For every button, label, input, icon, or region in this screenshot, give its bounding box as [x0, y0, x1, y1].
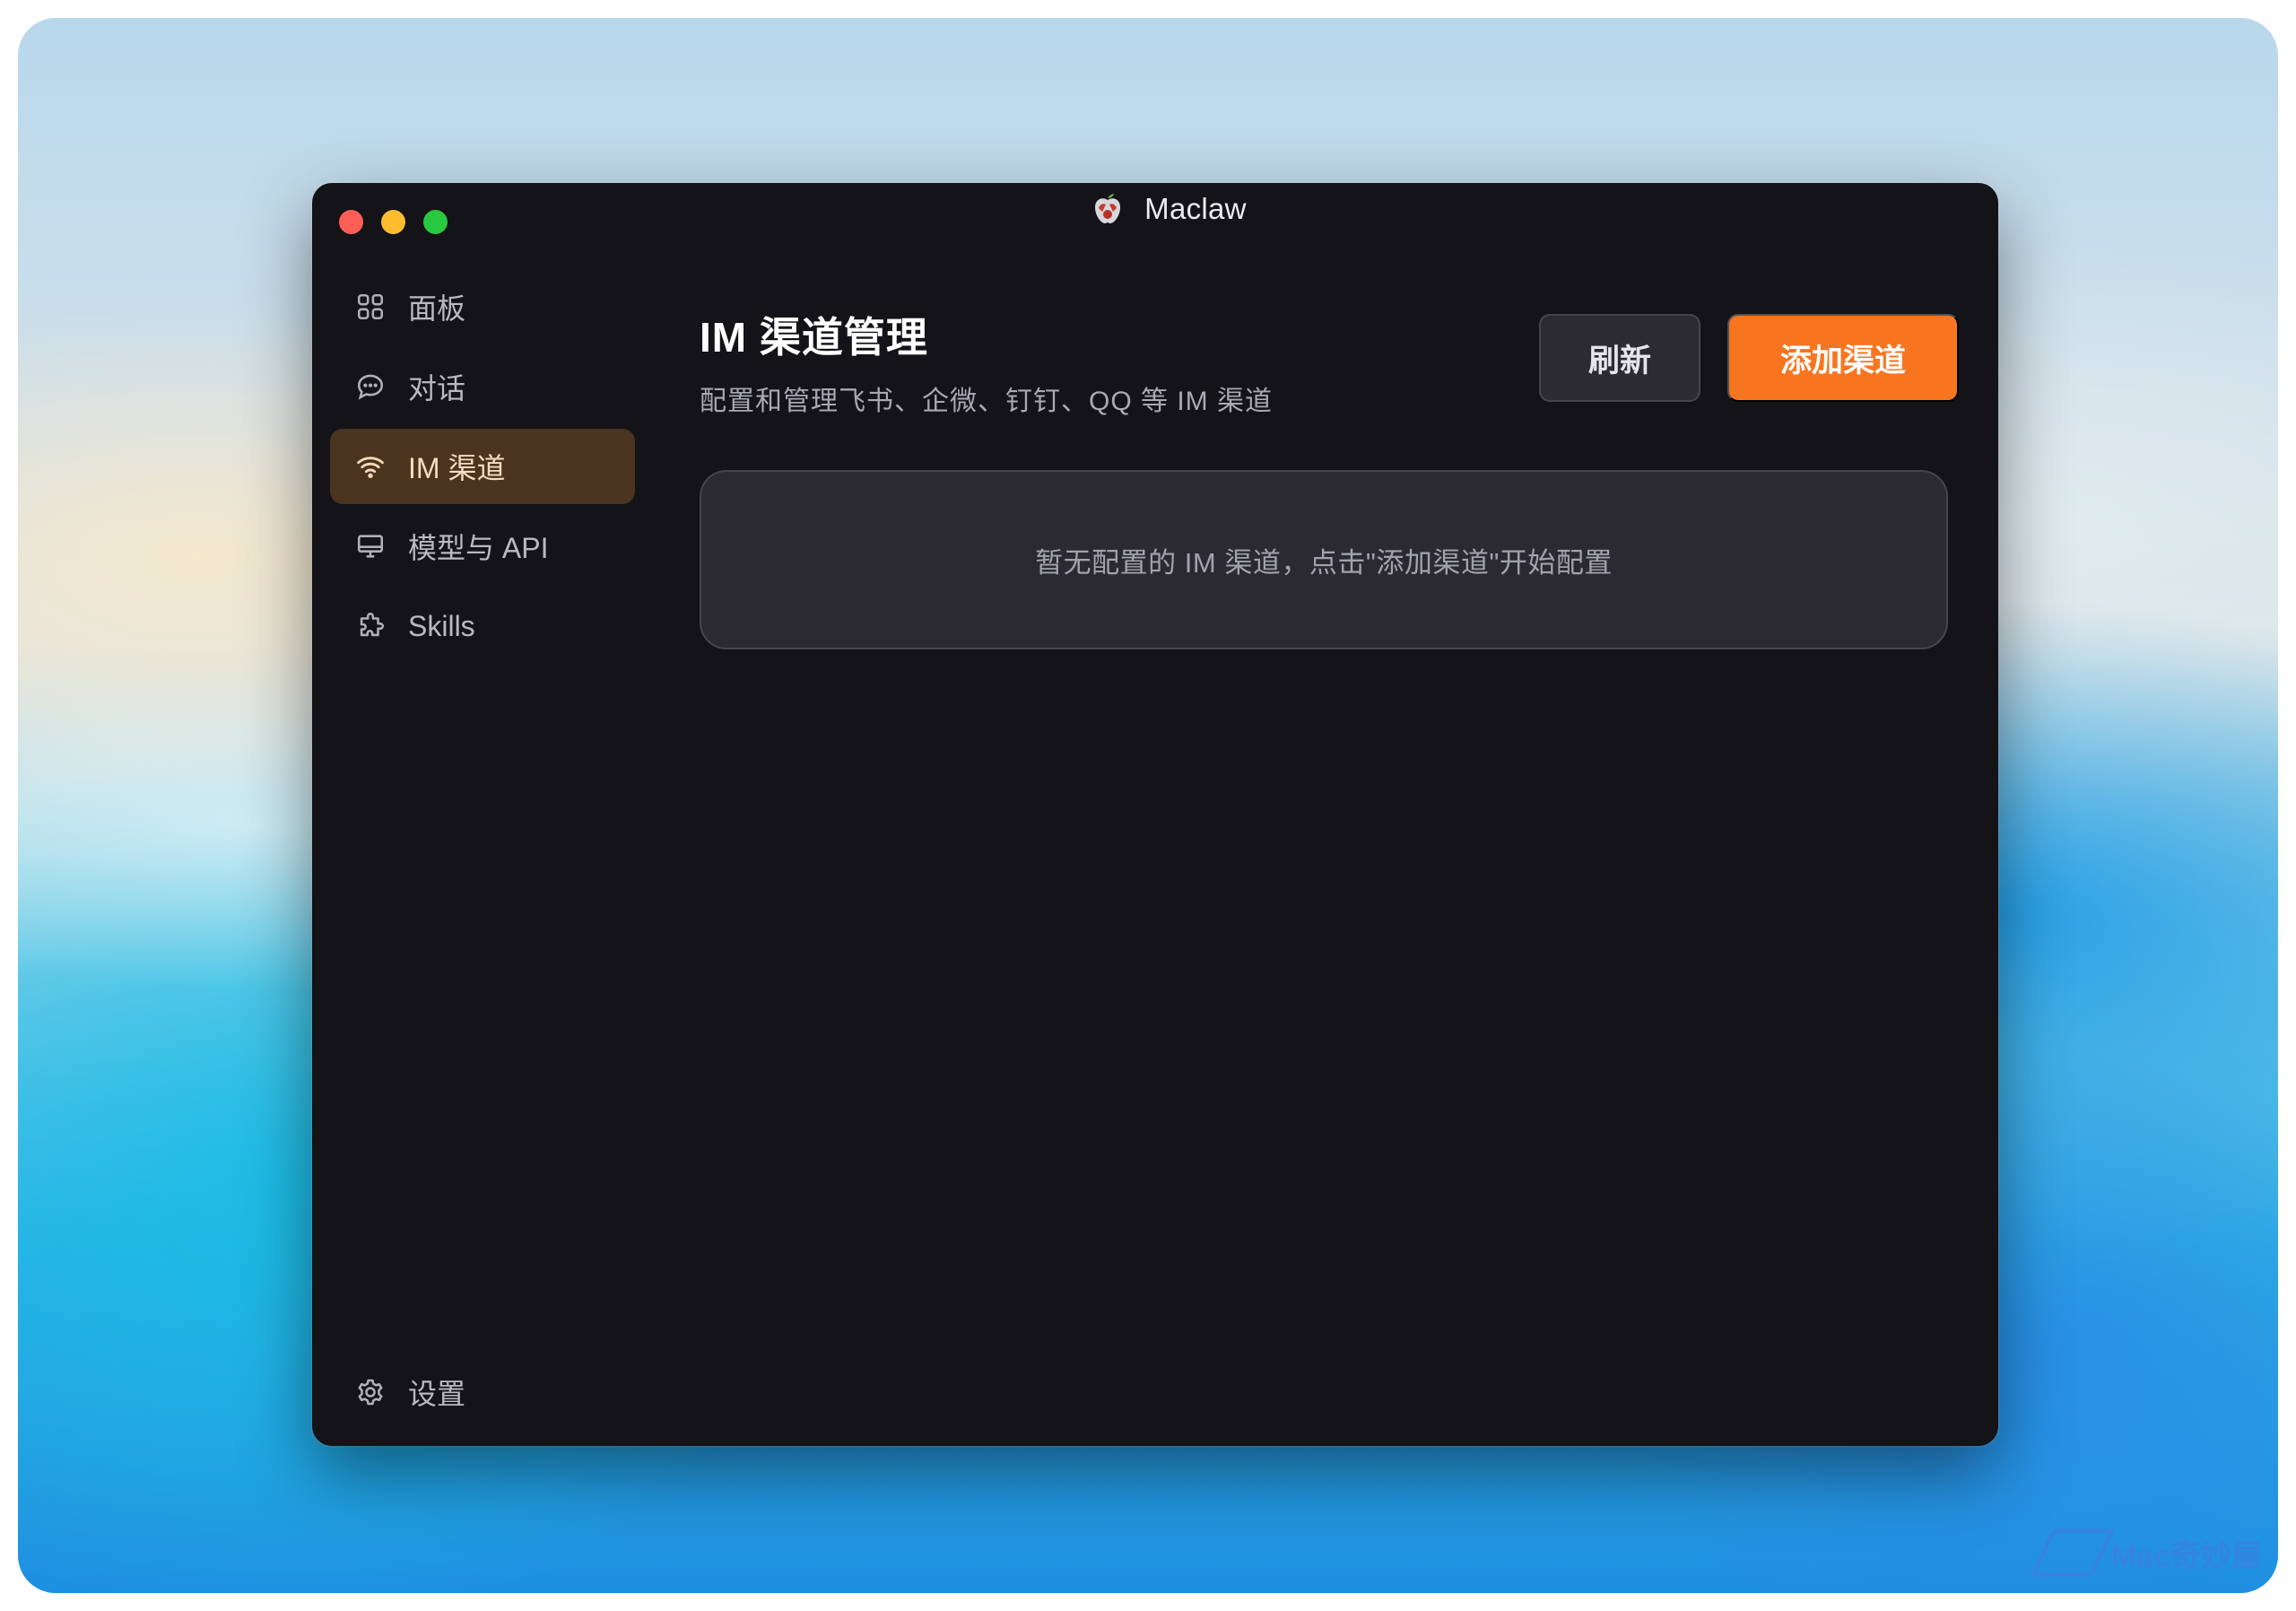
sidebar-item-label: 对话: [408, 372, 466, 405]
watermark-text: Mac奇妙屋: [2110, 1538, 2262, 1573]
chat-bubble-icon: [355, 371, 386, 402]
app-window: Maclaw 面板 对话 IM 渠道 模型与 API Skills 设置 IM …: [312, 183, 1998, 1446]
sidebar-item-chat[interactable]: 对话: [330, 349, 635, 424]
sidebar-item-label: 设置: [408, 1378, 466, 1410]
empty-state-card: 暂无配置的 IM 渠道，点击"添加渠道"开始配置: [700, 470, 1948, 649]
puzzle-icon: [355, 611, 386, 641]
sidebar: 面板 对话 IM 渠道 模型与 API Skills: [330, 269, 635, 668]
sidebar-item-im-channels[interactable]: IM 渠道: [330, 429, 635, 504]
sidebar-item-dashboard[interactable]: 面板: [330, 269, 635, 344]
sidebar-item-settings[interactable]: 设置: [330, 1354, 660, 1430]
wifi-icon: [355, 451, 386, 482]
refresh-button[interactable]: 刷新: [1539, 314, 1700, 402]
empty-state-message: 暂无配置的 IM 渠道，点击"添加渠道"开始配置: [1035, 546, 1613, 579]
app-logo-icon: [1091, 192, 1125, 226]
sidebar-item-skills[interactable]: Skills: [330, 588, 635, 664]
add-channel-button[interactable]: 添加渠道: [1727, 314, 1959, 402]
title-bar[interactable]: Maclaw: [312, 183, 1998, 248]
title-group: Maclaw: [339, 192, 1998, 226]
window-title: Maclaw: [1144, 192, 1247, 225]
watermark-logo-icon: [2030, 1528, 2116, 1577]
monitor-icon: [355, 531, 386, 562]
sidebar-item-label: 面板: [408, 292, 466, 325]
sidebar-item-label: IM 渠道: [408, 452, 506, 484]
sidebar-item-models-api[interactable]: 模型与 API: [330, 509, 635, 584]
sidebar-item-label: Skills: [408, 609, 475, 642]
gear-icon: [355, 1377, 386, 1407]
watermark: Mac奇妙屋: [2030, 1528, 2262, 1577]
page-subtitle: 配置和管理飞书、企微、钉钉、QQ 等 IM 渠道: [700, 387, 1273, 416]
sidebar-item-label: 模型与 API: [408, 532, 549, 564]
grid-icon: [355, 292, 386, 322]
page-title: IM 渠道管理: [700, 314, 928, 361]
